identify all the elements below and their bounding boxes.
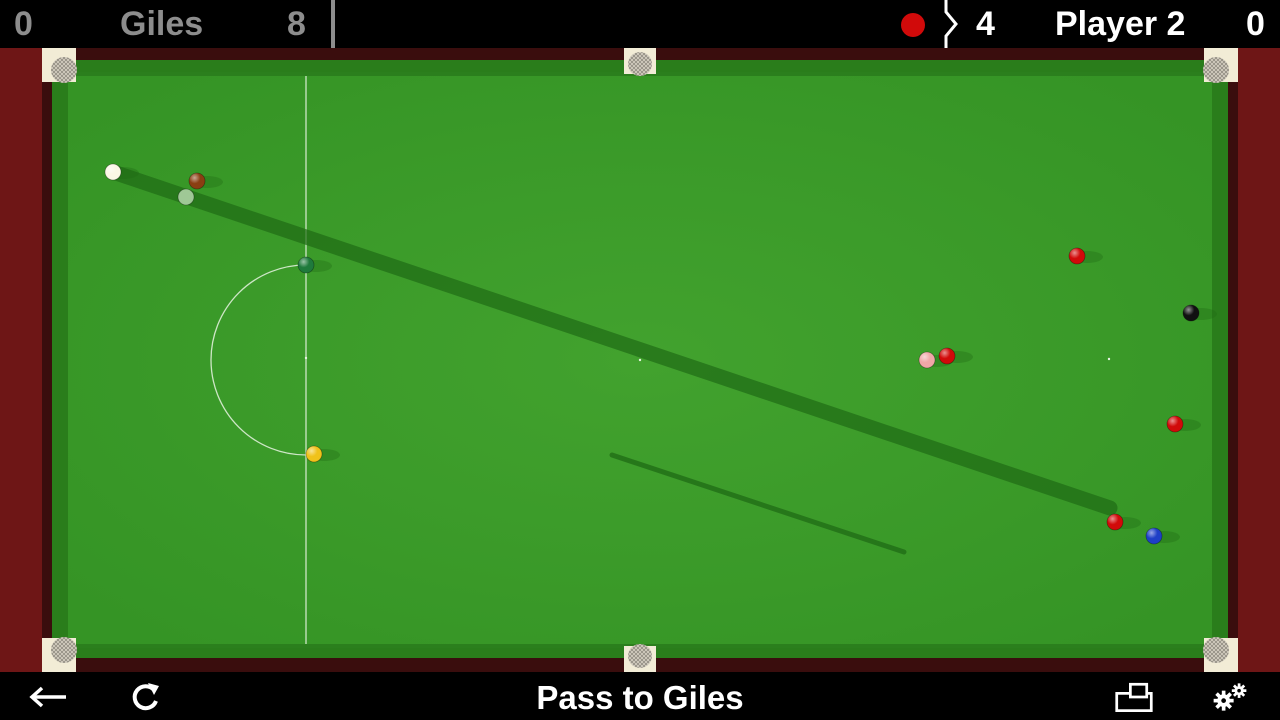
scoreboard-divider	[331, 0, 335, 48]
blue-spot	[638, 358, 642, 362]
player2-score: 4	[976, 5, 995, 43]
view-toggle-icon[interactable]	[1114, 680, 1154, 714]
ghost-ball	[177, 188, 195, 206]
bottom-toolbar: Pass to Giles	[0, 672, 1280, 720]
scoreboard: 0 Giles 8 4 Player 2 0	[0, 0, 1280, 48]
player2-name: Player 2	[1055, 5, 1186, 43]
gears-icon[interactable]	[1210, 680, 1250, 714]
player1-frames: 0	[14, 5, 33, 43]
pocket-bottom-left	[42, 637, 77, 672]
brown-spot	[304, 356, 308, 360]
player1-score: 8	[287, 5, 306, 43]
pocket-bottom-right	[1203, 637, 1238, 672]
pocket-top-right	[1203, 48, 1238, 83]
player2-frames: 0	[1246, 5, 1265, 43]
table-canvas[interactable]	[0, 48, 1280, 672]
pocket-bottom-middle	[624, 644, 656, 672]
black-spot	[1107, 357, 1111, 361]
turn-indicator-icon	[944, 0, 958, 48]
ball-on-indicator	[901, 13, 925, 37]
player1-name: Giles	[120, 5, 204, 43]
snooker-table[interactable]	[0, 48, 1280, 672]
status-message: Pass to Giles	[536, 679, 744, 716]
pocket-top-middle	[624, 48, 656, 76]
pocket-top-left	[42, 48, 77, 83]
